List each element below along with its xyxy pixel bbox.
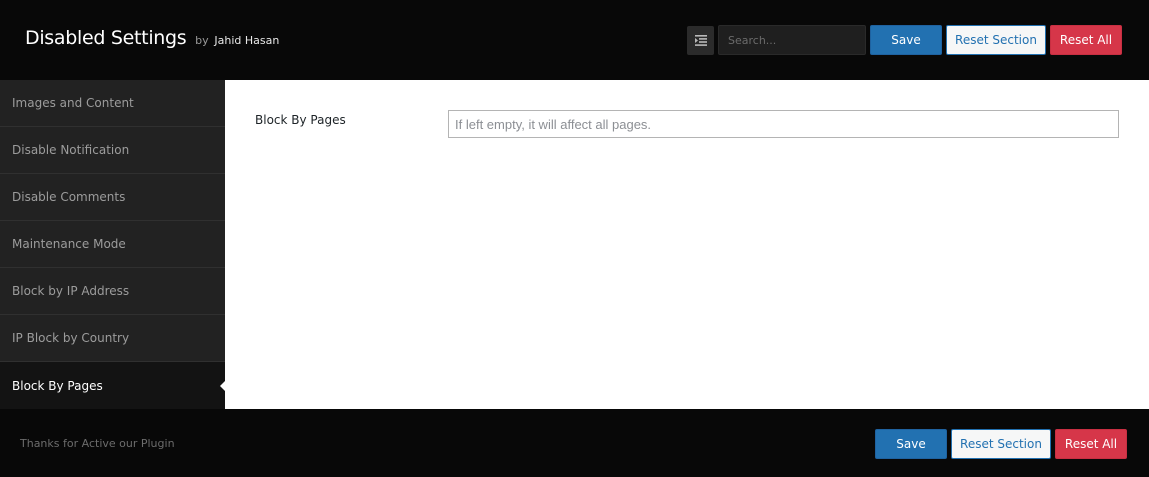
header-reset-section-button[interactable]: Reset Section [946, 25, 1046, 55]
sidebar-item-maintenance-mode[interactable]: Maintenance Mode [0, 221, 225, 268]
author-name: Jahid Hasan [214, 34, 280, 47]
search-input[interactable] [718, 25, 866, 55]
expand-toggle-icon [694, 35, 707, 46]
sidebar-item-images-and-content[interactable]: Images and Content [0, 80, 225, 127]
block-by-pages-label: Block By Pages [255, 113, 346, 127]
sidebar-item-disable-comments[interactable]: Disable Comments [0, 174, 225, 221]
header-save-button[interactable]: Save [870, 25, 942, 55]
block-by-pages-input[interactable] [448, 110, 1119, 138]
plugin-title: Disabled Settings by Jahid Hasan [25, 27, 279, 49]
sidebar-item-block-by-ip-address[interactable]: Block by IP Address [0, 268, 225, 315]
title-by: by [195, 34, 209, 47]
app-title: Disabled Settings [25, 27, 187, 49]
footer-save-button[interactable]: Save [875, 429, 947, 459]
sidebar-item-disable-notification[interactable]: Disable Notification [0, 127, 225, 174]
sidebar-item-ip-block-by-country[interactable]: IP Block by Country [0, 315, 225, 362]
sidebar-nav: Images and Content Disable Notification … [0, 80, 225, 409]
header-reset-all-button[interactable]: Reset All [1050, 25, 1122, 55]
footer-reset-all-button[interactable]: Reset All [1055, 429, 1127, 459]
settings-panel: Block By Pages [225, 80, 1149, 409]
header: Disabled Settings by Jahid Hasan Save Re… [0, 0, 1149, 80]
footer-message: Thanks for Active our Plugin [20, 437, 175, 450]
sidebar-item-block-by-pages[interactable]: Block By Pages [0, 362, 225, 409]
footer-reset-section-button[interactable]: Reset Section [951, 429, 1051, 459]
expand-toggle-button[interactable] [687, 26, 714, 55]
footer: Thanks for Active our Plugin Save Reset … [0, 409, 1149, 477]
